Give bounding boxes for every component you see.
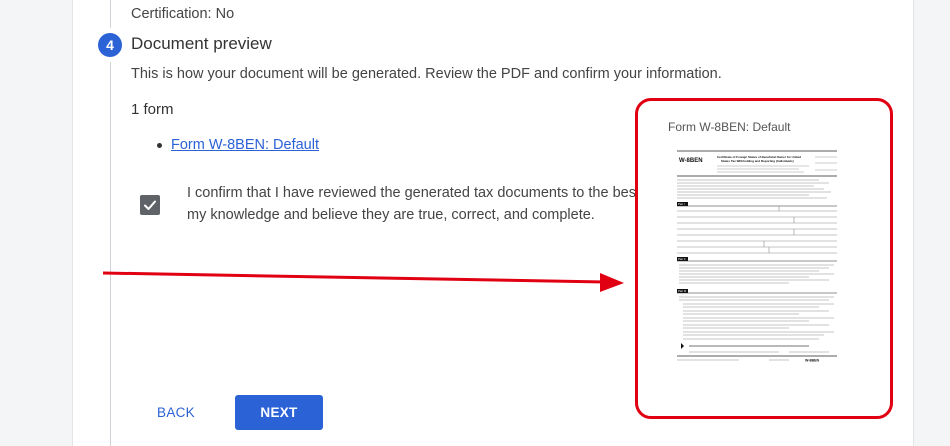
doc-part2: Part II [678, 257, 686, 261]
bullet-icon [157, 142, 162, 148]
confirm-label: I confirm that I have reviewed the gener… [187, 182, 639, 226]
confirm-label-line1: I confirm that I have reviewed the gener… [187, 185, 639, 201]
preview-title: Form W-8BEN: Default [668, 120, 791, 134]
checkmark-icon [144, 200, 156, 210]
step-number-badge: 4 [98, 33, 122, 57]
form-w8ben-link[interactable]: Form W-8BEN: Default [171, 137, 319, 153]
back-button[interactable]: BACK [150, 397, 202, 427]
document-preview-panel: Form W-8BEN: Default W-8BEN Certificate … [635, 98, 893, 419]
doc-heading-line2: States Tax Withholding and Reporting (In… [721, 159, 794, 163]
confirm-label-line2: my knowledge and believe they are true, … [187, 207, 595, 223]
step-title: Document preview [131, 34, 272, 53]
next-button[interactable]: NEXT [235, 395, 323, 430]
doc-form-id: W-8BEN [679, 158, 703, 164]
list-item: Form W-8BEN: Default [157, 137, 319, 153]
certification-summary: Certification: No [131, 6, 235, 22]
stepper-connector-top [110, 0, 111, 28]
doc-footer-form: W-8BEN [805, 359, 820, 363]
doc-part1: Part I [678, 202, 685, 206]
page: Certification: No 4 Document preview Thi… [0, 0, 950, 446]
step-description: This is how your document will be genera… [131, 66, 722, 82]
doc-part3: Part III [678, 289, 686, 293]
stepper-connector-bottom [110, 62, 111, 446]
confirm-checkbox[interactable] [140, 195, 160, 215]
form-count: 1 form [131, 101, 174, 118]
document-thumbnail[interactable]: W-8BEN Certificate of Foreign Status of … [669, 143, 844, 368]
